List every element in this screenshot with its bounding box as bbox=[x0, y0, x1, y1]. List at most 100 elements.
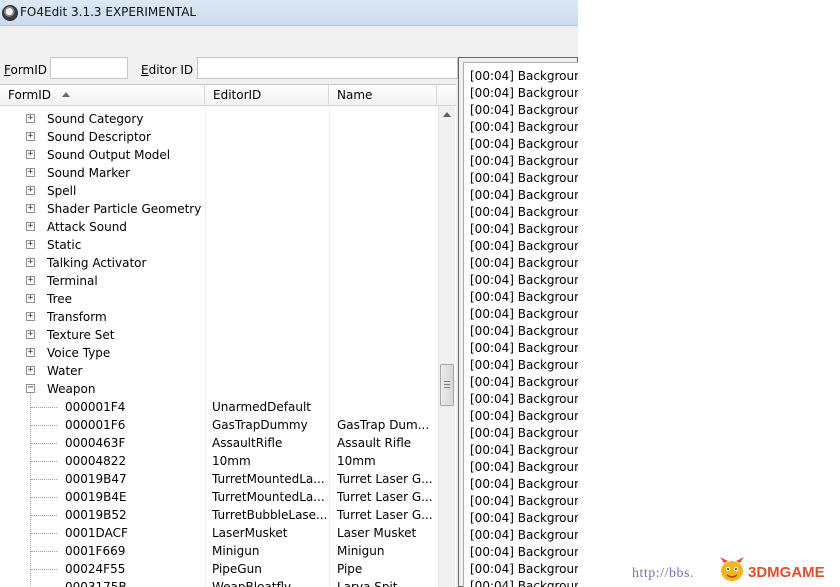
log-line: [00:04] Background bbox=[470, 273, 578, 287]
log-line: [00:04] Background bbox=[470, 222, 578, 236]
tree-category-row[interactable]: + Sound Category bbox=[0, 110, 438, 128]
plus-box-icon[interactable]: + bbox=[26, 330, 35, 339]
column-header-formid[interactable]: FormID bbox=[0, 85, 205, 105]
record-name: Larva Spit bbox=[337, 580, 398, 587]
record-editorid: AssaultRifle bbox=[212, 436, 283, 450]
plus-box-icon[interactable]: + bbox=[26, 114, 35, 123]
editorid-filter-input[interactable] bbox=[197, 57, 458, 79]
record-row[interactable]: 000001F6 GasTrapDummy GasTrap Dum... bbox=[0, 416, 438, 434]
plus-box-icon[interactable]: + bbox=[26, 276, 35, 285]
log-line: [00:04] Background bbox=[470, 358, 578, 372]
log-line: [00:04] Background bbox=[470, 171, 578, 185]
plus-box-icon[interactable]: + bbox=[26, 240, 35, 249]
plus-box-icon[interactable]: + bbox=[26, 150, 35, 159]
category-label: Water bbox=[47, 364, 83, 378]
record-row[interactable]: 0003175B WeapBloatfly Larva Spit bbox=[0, 578, 438, 587]
column-header-name[interactable]: Name bbox=[329, 85, 437, 105]
message-log[interactable]: [00:04] Background [00:04] Background [00:… bbox=[463, 62, 578, 587]
log-line: [00:04] Background bbox=[470, 375, 578, 389]
record-editorid: Minigun bbox=[212, 544, 260, 558]
plus-box-icon[interactable]: + bbox=[26, 366, 35, 375]
log-line: [00:04] Background bbox=[470, 409, 578, 423]
record-editorid: TurretMountedLa... bbox=[212, 472, 325, 486]
log-line: [00:04] Background bbox=[470, 120, 578, 134]
plus-box-icon[interactable]: + bbox=[26, 168, 35, 177]
tree-category-row[interactable]: + Shader Particle Geometry bbox=[0, 200, 438, 218]
record-name: GasTrap Dum... bbox=[337, 418, 430, 432]
log-line: [00:04] Background bbox=[470, 494, 578, 508]
plus-box-icon[interactable]: + bbox=[26, 348, 35, 357]
record-row[interactable]: 00024F55 PipeGun Pipe bbox=[0, 560, 438, 578]
tree-category-row[interactable]: + Terminal bbox=[0, 272, 438, 290]
log-line: [00:04] Background bbox=[470, 103, 578, 117]
category-label: Spell bbox=[47, 184, 77, 198]
tree-category-row[interactable]: + Voice Type bbox=[0, 344, 438, 362]
record-row[interactable]: 00019B47 TurretMountedLa... Turret Laser G… bbox=[0, 470, 438, 488]
log-line: [00:04] Background bbox=[470, 307, 578, 321]
tree-connector bbox=[31, 533, 57, 534]
log-line: [00:04] Background bbox=[470, 545, 578, 559]
log-line: [00:04] Background bbox=[470, 460, 578, 474]
plus-box-icon[interactable]: + bbox=[26, 222, 35, 231]
record-row[interactable]: 00004822 10mm 10mm bbox=[0, 452, 438, 470]
category-label: Transform bbox=[47, 310, 107, 324]
record-row[interactable]: 0000463F AssaultRifle Assault Rifle bbox=[0, 434, 438, 452]
category-label: Sound Output Model bbox=[47, 148, 171, 162]
category-label: Sound Descriptor bbox=[47, 130, 151, 144]
tree-category-row[interactable]: + Texture Set bbox=[0, 326, 438, 344]
record-row[interactable]: 0001DACF LaserMusket Laser Musket bbox=[0, 524, 438, 542]
tree-category-row[interactable]: + Sound Marker bbox=[0, 164, 438, 182]
column-header-editorid[interactable]: EditorID bbox=[205, 85, 329, 105]
plus-box-icon[interactable]: + bbox=[26, 204, 35, 213]
tree-connector bbox=[31, 425, 57, 426]
record-name: Minigun bbox=[337, 544, 385, 558]
column-header-editorid-label: EditorID bbox=[213, 88, 262, 102]
tree-connector bbox=[31, 515, 57, 516]
tree-vertical-scrollbar[interactable] bbox=[438, 106, 455, 587]
tree-category-row[interactable]: + Transform bbox=[0, 308, 438, 326]
tree-category-row[interactable]: + Sound Descriptor bbox=[0, 128, 438, 146]
tree-category-row[interactable]: + Tree bbox=[0, 290, 438, 308]
record-name: Assault Rifle bbox=[337, 436, 412, 450]
record-editorid: UnarmedDefault bbox=[212, 400, 311, 414]
record-row[interactable]: 00019B52 TurretBubbleLase... Turret Laser … bbox=[0, 506, 438, 524]
record-formid: 0003175B bbox=[65, 580, 127, 587]
plus-box-icon[interactable]: + bbox=[26, 132, 35, 141]
category-label: Weapon bbox=[47, 382, 96, 396]
record-row[interactable]: 0001F669 Minigun Minigun bbox=[0, 542, 438, 560]
log-line: [00:04] Background bbox=[470, 426, 578, 440]
tree-category-row[interactable]: + Talking Activator bbox=[0, 254, 438, 272]
3dmgame-mascot-logo bbox=[720, 557, 744, 581]
tree-category-row[interactable]: + Static bbox=[0, 236, 438, 254]
tree-category-row-expanded[interactable]: − Weapon bbox=[0, 380, 438, 398]
column-header-formid-label: FormID bbox=[8, 88, 52, 102]
record-formid: 00004822 bbox=[65, 454, 127, 468]
category-label: Talking Activator bbox=[47, 256, 147, 270]
tree-category-row[interactable]: + Attack Sound bbox=[0, 218, 438, 236]
category-label: Tree bbox=[47, 292, 73, 306]
minus-box-icon[interactable]: − bbox=[26, 383, 35, 393]
record-row[interactable]: 000001F4 UnarmedDefault bbox=[0, 398, 438, 416]
scrollbar-thumb[interactable] bbox=[440, 364, 454, 406]
tree-connector bbox=[31, 479, 57, 480]
log-line: [00:04] Background bbox=[470, 511, 578, 525]
tree-category-row[interactable]: + Water bbox=[0, 362, 438, 380]
log-line: [00:04] Background bbox=[470, 137, 578, 151]
record-formid: 0000463F bbox=[65, 436, 126, 450]
plus-box-icon[interactable]: + bbox=[26, 312, 35, 321]
log-line: [00:04] Background bbox=[470, 579, 578, 587]
tree-category-row[interactable]: + Spell bbox=[0, 182, 438, 200]
category-label: Attack Sound bbox=[47, 220, 127, 234]
tree-category-row[interactable]: + Sound Output Model bbox=[0, 146, 438, 164]
formid-filter-input[interactable] bbox=[50, 57, 128, 79]
log-line: [00:04] Background bbox=[470, 69, 578, 83]
record-row[interactable]: 00019B4E TurretMountedLa... Turret Laser G… bbox=[0, 488, 438, 506]
plus-box-icon[interactable]: + bbox=[26, 186, 35, 195]
plus-box-icon[interactable]: + bbox=[26, 258, 35, 267]
scroll-up-arrow-icon[interactable] bbox=[443, 112, 451, 117]
column-separator bbox=[329, 106, 330, 587]
log-line: [00:04] Background bbox=[470, 528, 578, 542]
plus-box-icon[interactable]: + bbox=[26, 294, 35, 303]
watermark: http://bbs. 3DMGAME bbox=[632, 557, 838, 584]
fo4edit-app-icon[interactable] bbox=[2, 5, 18, 21]
